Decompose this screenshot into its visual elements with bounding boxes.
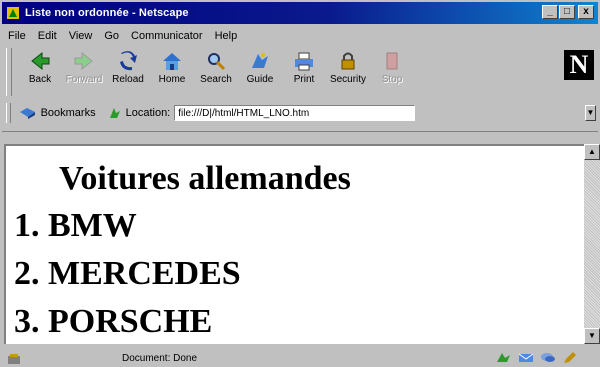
list-item: 1. BMW	[14, 207, 137, 244]
security-icon	[341, 52, 355, 70]
back-icon	[31, 51, 50, 71]
forward-button[interactable]: Forward	[62, 48, 106, 96]
home-label: Home	[158, 74, 186, 85]
window-title: Liste non ordonnée - Netscape	[25, 7, 189, 19]
composer-icon[interactable]	[562, 351, 578, 364]
connection-icon	[4, 351, 24, 366]
stop-label: Stop	[381, 74, 403, 85]
bookmarks-button[interactable]: Bookmarks	[19, 106, 96, 120]
home-button[interactable]: Home	[150, 48, 194, 96]
netscape-icon	[5, 5, 21, 21]
back-label: Back	[28, 74, 52, 85]
reload-label: Reload	[112, 74, 144, 85]
search-button[interactable]: Search	[194, 48, 238, 96]
scroll-track[interactable]	[584, 160, 600, 328]
menu-help[interactable]: Help	[215, 30, 238, 42]
menu-go[interactable]: Go	[104, 30, 119, 42]
vertical-scrollbar[interactable]: ▲ ▼	[584, 144, 600, 344]
list-item: 2. MERCEDES	[14, 255, 241, 292]
location-toolbar: Bookmarks Location: file:///D|/html/HTML…	[4, 100, 596, 126]
back-button[interactable]: Back	[18, 48, 62, 96]
menu-communicator[interactable]: Communicator	[131, 30, 203, 42]
component-bar	[496, 351, 578, 364]
bookmarks-label: Bookmarks	[40, 107, 96, 119]
bookmarks-icon	[19, 108, 35, 119]
location-icon	[109, 108, 120, 118]
chevron-down-icon: ▼	[586, 108, 595, 117]
stop-icon	[386, 52, 398, 70]
browser-window: Liste non ordonnée - Netscape _ □ x File…	[0, 0, 600, 367]
location-grip[interactable]	[6, 103, 11, 123]
guide-label: Guide	[246, 74, 274, 85]
status-text: Document: Done	[122, 353, 198, 364]
menu-file[interactable]: File	[8, 30, 26, 42]
reload-button[interactable]: Reload	[106, 48, 150, 96]
scroll-down-button[interactable]: ▼	[584, 328, 600, 344]
security-label: Security	[329, 74, 367, 85]
netscape-logo[interactable]: N	[564, 50, 594, 80]
print-button[interactable]: Print	[282, 48, 326, 96]
menu-edit[interactable]: Edit	[38, 30, 57, 42]
title-bar[interactable]: Liste non ordonnée - Netscape _ □ x	[2, 2, 598, 24]
scroll-up-button[interactable]: ▲	[584, 144, 600, 160]
personal-toolbar-area	[2, 131, 598, 142]
page-heading: Voitures allemandes	[59, 160, 351, 197]
forward-icon	[74, 51, 93, 71]
stop-button[interactable]: Stop	[370, 48, 414, 96]
mail-icon[interactable]	[518, 351, 534, 364]
minimize-button[interactable]: _	[542, 5, 558, 19]
forward-label: Forward	[65, 74, 103, 85]
location-dropdown-button[interactable]: ▼	[585, 105, 596, 121]
print-icon	[295, 52, 313, 71]
close-button[interactable]: x	[578, 5, 594, 19]
location-input[interactable]: file:///D|/html/HTML_LNO.htm	[174, 105, 415, 121]
navigation-toolbar: Back Forward Reload Home Search Guide Pr…	[4, 48, 564, 98]
navigator-icon[interactable]	[496, 351, 512, 364]
car-list: 1. BMW 2. MERCEDES 3. PORSCHE	[14, 202, 241, 344]
location-label: Location:	[125, 107, 171, 119]
reload-icon	[120, 51, 137, 71]
toolbar-grip[interactable]	[6, 48, 12, 96]
window-controls: _ □ x	[542, 5, 594, 19]
newsgroups-icon[interactable]	[540, 351, 556, 364]
page-content: Voitures allemandes 1. BMW 2. MERCEDES 3…	[4, 144, 584, 344]
menu-view[interactable]: View	[69, 30, 93, 42]
home-icon	[163, 53, 181, 70]
maximize-button[interactable]: □	[559, 5, 575, 19]
search-icon	[208, 53, 226, 71]
print-label: Print	[293, 74, 315, 85]
menu-bar: File Edit View Go Communicator Help	[2, 27, 243, 45]
search-label: Search	[200, 74, 232, 85]
status-bar: Document: Done	[2, 350, 598, 367]
guide-icon	[252, 53, 268, 68]
list-item: 3. PORSCHE	[14, 303, 213, 340]
location-label-group: Location:	[108, 106, 171, 120]
guide-button[interactable]: Guide	[238, 48, 282, 96]
security-button[interactable]: Security	[326, 48, 370, 96]
